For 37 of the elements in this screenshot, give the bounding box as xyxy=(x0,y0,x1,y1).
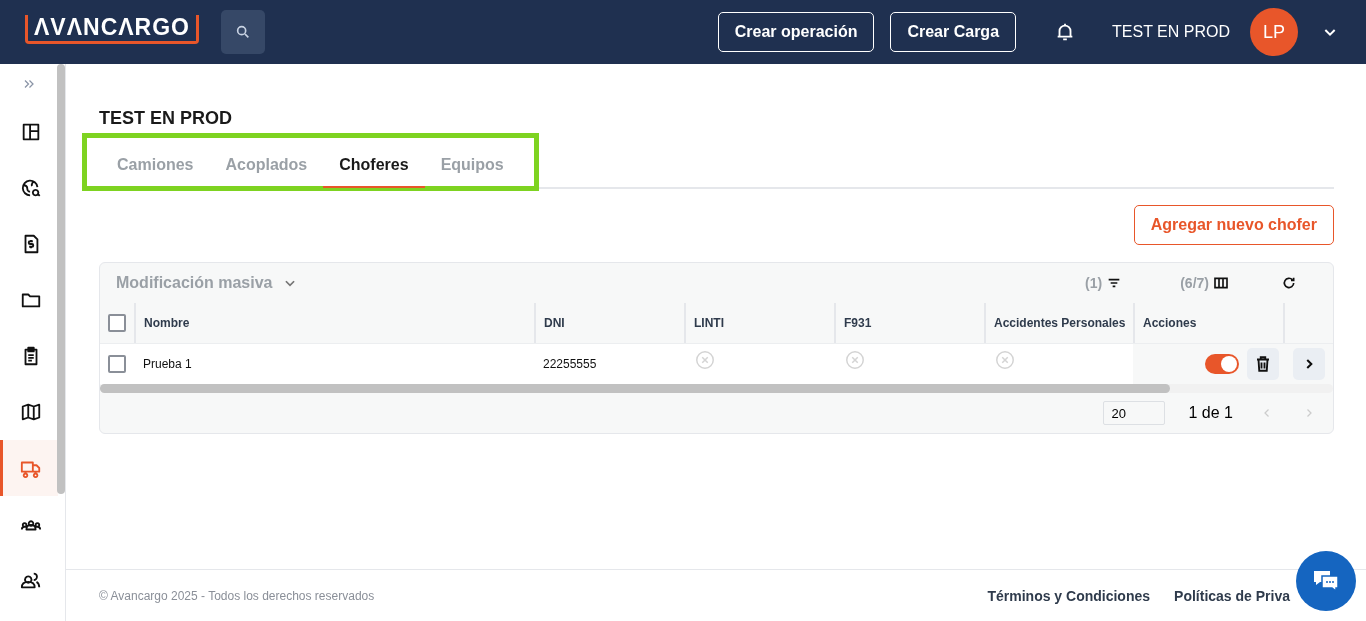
search-icon xyxy=(235,24,251,40)
company-name: TEST EN PROD xyxy=(1112,23,1230,41)
columns-icon xyxy=(1213,275,1229,291)
columns-button[interactable]: (6/7) xyxy=(1174,274,1235,292)
tab[interactable]: Camiones xyxy=(101,146,210,188)
copyright-text: © Avancargo 2025 - Todos los derechos reservados xyxy=(99,588,375,603)
header-button[interactable]: Crear operación xyxy=(717,12,875,52)
filter-button[interactable]: (1) xyxy=(1079,274,1129,292)
scrollbar[interactable] xyxy=(100,384,1333,393)
footer-link[interactable]: Políticas de Priva xyxy=(1174,587,1290,604)
add-driver-button[interactable]: Agregar nuevo chofer xyxy=(1133,205,1334,245)
footer-link[interactable]: Términos y Condiciones xyxy=(987,587,1151,604)
select-all-checkbox[interactable] xyxy=(108,314,126,332)
refresh-icon[interactable] xyxy=(1281,275,1297,291)
bulk-edit-dropdown[interactable]: Modificación masiva xyxy=(116,274,297,292)
table-cell: Prueba 1 xyxy=(143,357,192,371)
trash-icon xyxy=(1254,355,1272,373)
page-title: TEST EN PROD xyxy=(99,108,233,129)
delete-button[interactable] xyxy=(1247,348,1279,380)
map-icon xyxy=(19,401,42,423)
header-button[interactable]: Crear Carga xyxy=(890,12,1017,52)
tab[interactable]: Choferes xyxy=(323,146,425,188)
tab[interactable]: Acoplados xyxy=(209,146,324,188)
page-info: 1 de 1 xyxy=(1188,404,1233,422)
logo[interactable]: ΛVΛNCΛRGO xyxy=(25,14,199,44)
open-button[interactable] xyxy=(1293,348,1325,380)
row-checkbox[interactable] xyxy=(108,355,126,373)
chat-button[interactable] xyxy=(1296,551,1356,611)
search-button[interactable] xyxy=(221,10,265,54)
toggle-switch[interactable] xyxy=(1205,354,1239,374)
page-size-select[interactable]: 20 xyxy=(1102,401,1165,425)
table-cell: 22255555 xyxy=(543,357,597,371)
scrollbar[interactable] xyxy=(57,64,65,494)
tab[interactable]: Equipos xyxy=(424,146,520,188)
expand-icon[interactable] xyxy=(23,78,35,90)
user-avatar[interactable]: LP xyxy=(1250,8,1298,56)
globe-search-icon xyxy=(19,177,42,199)
